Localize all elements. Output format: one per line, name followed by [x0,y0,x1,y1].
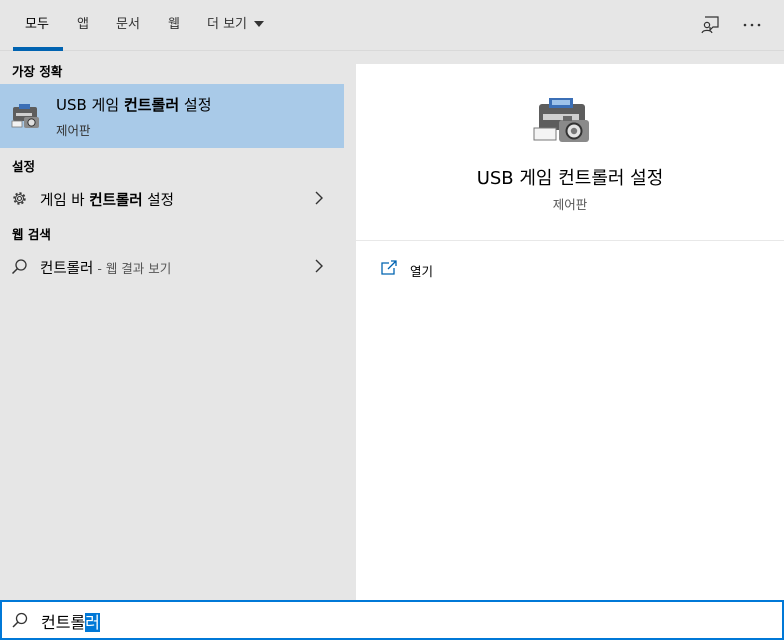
settings-result-bold: 컨트롤러 [89,193,143,209]
best-match-result[interactable]: USB 게임 컨트롤러 설정 제어판 [0,84,344,148]
settings-header: 설정 [12,159,36,174]
tab-web[interactable]: 웹 [168,0,180,51]
best-match-header: 가장 정확 [12,64,63,79]
chevron-right-icon[interactable] [312,258,326,274]
preview-subtitle: 제어판 [552,197,588,212]
search-box[interactable]: 컨트롤러 [0,600,784,640]
control-panel-device-icon [533,98,589,142]
best-match-subtitle: 제어판 [56,123,91,138]
preview-pane: USB 게임 컨트롤러 설정 제어판 열기 [356,64,784,600]
settings-result-prefix: 게임 바 [40,193,90,209]
settings-result-label: 게임 바 컨트롤러 설정 [40,189,174,210]
search-query-text: 컨트롤 [41,613,86,632]
open-icon [381,260,397,275]
search-icon [12,612,28,628]
open-action-label: 열기 [410,264,434,279]
control-panel-device-icon [11,104,39,128]
best-match-title-suffix: 설정 [179,96,212,114]
tab-more-label: 더 보기 [207,17,248,32]
results-pane: 가장 정확 USB 게임 컨트롤러 설정 제어판 설정 게임 바 컨트롤러 설정… [0,52,344,600]
web-result-query: 컨트롤러 [40,261,94,277]
divider [356,240,784,241]
settings-result-suffix: 설정 [142,193,174,209]
feedback-icon[interactable] [699,14,721,36]
web-result-hint: - 웹 결과 보기 [93,261,172,276]
active-tab-indicator [13,47,63,51]
settings-result[interactable]: 게임 바 컨트롤러 설정 [0,181,344,215]
tab-apps[interactable]: 앱 [77,0,89,51]
best-match-title-bold: 컨트롤러 [123,96,180,114]
web-result-label: 컨트롤러 - 웹 결과 보기 [40,257,171,278]
chevron-right-icon[interactable] [312,190,326,206]
tab-all[interactable]: 모두 [25,0,49,51]
web-search-header: 웹 검색 [12,227,51,242]
tab-more[interactable]: 더 보기 [207,0,265,51]
more-options-icon[interactable] [741,14,763,36]
gear-icon [13,192,26,205]
best-match-title-prefix: USB 게임 [56,96,124,114]
search-icon [11,259,27,275]
search-input[interactable]: 컨트롤러 [41,609,100,633]
web-result[interactable]: 컨트롤러 - 웹 결과 보기 [0,249,344,283]
search-tab-bar: 모두 앱 문서 웹 더 보기 [0,0,784,51]
chevron-down-icon [254,21,265,27]
search-query-selection: 러 [85,613,100,632]
preview-title: USB 게임 컨트롤러 설정 [476,168,664,189]
tab-documents[interactable]: 문서 [116,0,140,51]
best-match-title: USB 게임 컨트롤러 설정 [56,94,212,115]
